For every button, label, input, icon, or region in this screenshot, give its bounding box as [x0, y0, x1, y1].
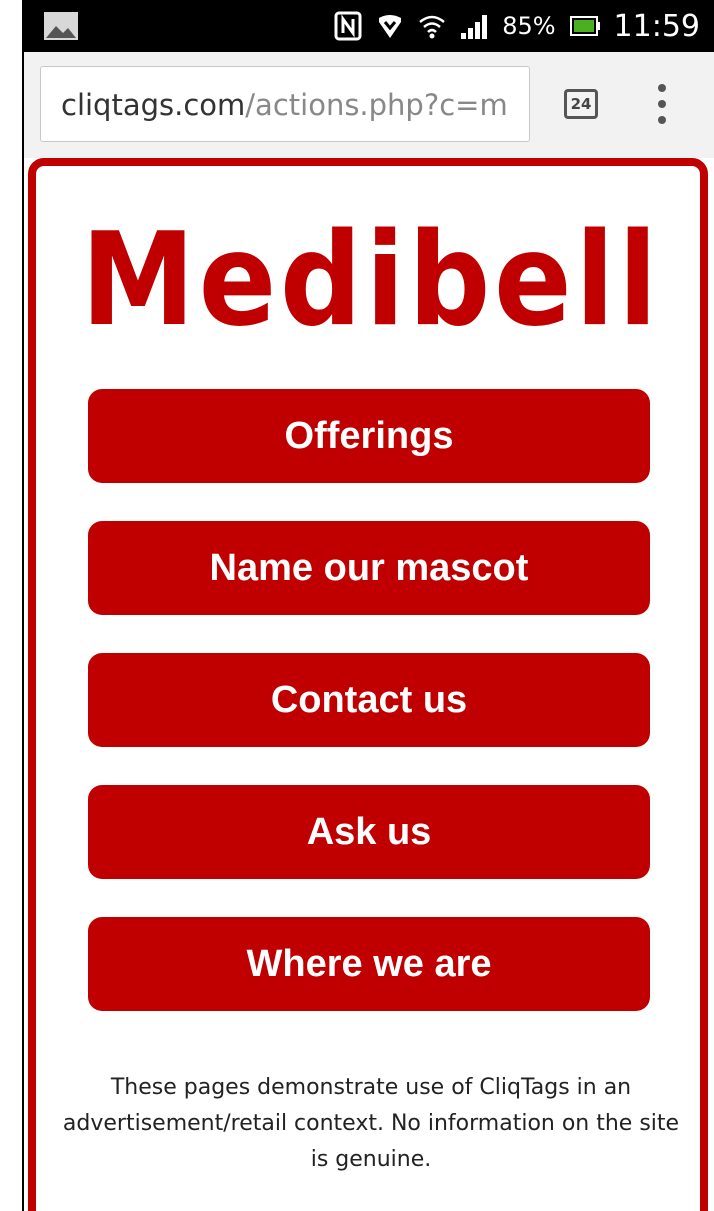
gallery-notification-icon [44, 12, 78, 40]
url-host: cliqtags.com [61, 88, 246, 122]
signal-icon [460, 13, 488, 39]
page-content-card: Medibell Offerings Name our mascot Conta… [28, 158, 708, 1211]
wifi-icon [418, 12, 446, 40]
tab-switcher-button[interactable]: 24 [564, 89, 598, 119]
url-path: /actions.php?c=m [245, 88, 508, 122]
overflow-menu-icon[interactable] [644, 82, 680, 126]
status-time: 11:59 [613, 8, 700, 44]
offerings-button[interactable]: Offerings [88, 389, 650, 483]
where-we-are-button[interactable]: Where we are [88, 917, 650, 1011]
battery-percent: 85% [502, 12, 556, 40]
phone-screen: 85% 11:59 cliqtags.com/actions.php?c=m 2… [22, 0, 714, 1211]
name-our-mascot-button[interactable]: Name our mascot [88, 521, 650, 615]
browser-toolbar: cliqtags.com/actions.php?c=m 24 [24, 52, 714, 158]
contact-us-button[interactable]: Contact us [88, 653, 650, 747]
url-bar[interactable]: cliqtags.com/actions.php?c=m [40, 66, 530, 142]
ask-us-button[interactable]: Ask us [88, 785, 650, 879]
status-bar: 85% 11:59 [24, 0, 714, 52]
disclaimer-text: These pages demonstrate use of CliqTags … [62, 1075, 680, 1172]
battery-icon [569, 15, 600, 37]
logo-text: Medibell [81, 216, 661, 355]
data-saver-icon [376, 12, 404, 40]
nfc-icon [334, 11, 362, 41]
medibell-logo: Medibell [78, 216, 664, 356]
action-menu: Offerings Name our mascot Contact us Ask… [88, 389, 650, 1049]
